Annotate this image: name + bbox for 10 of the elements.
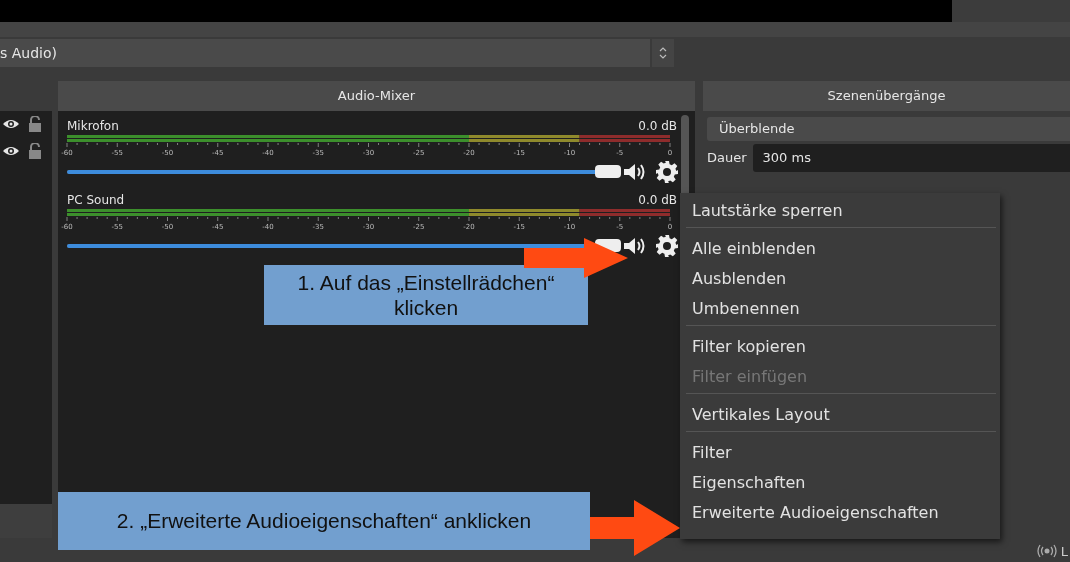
volume-reading: 0.0 dB: [638, 192, 677, 209]
channel-name: Mikrofon: [67, 118, 119, 135]
panel-header: Audio-Mixer: [58, 80, 695, 111]
duration-label: Dauer: [707, 150, 747, 166]
status-text: L: [1060, 543, 1068, 559]
panel-header: Szenenübergänge: [703, 80, 1070, 111]
channel-name: PC Sound: [67, 192, 125, 209]
annotation-callout: 1. Auf das „Einstellrädchen“ klicken: [264, 265, 588, 325]
annotation-callout: 2. „Erweiterte Audioeigenschaften“ anklicken: [58, 492, 590, 550]
volume-reading: 0.0 dB: [638, 118, 677, 135]
